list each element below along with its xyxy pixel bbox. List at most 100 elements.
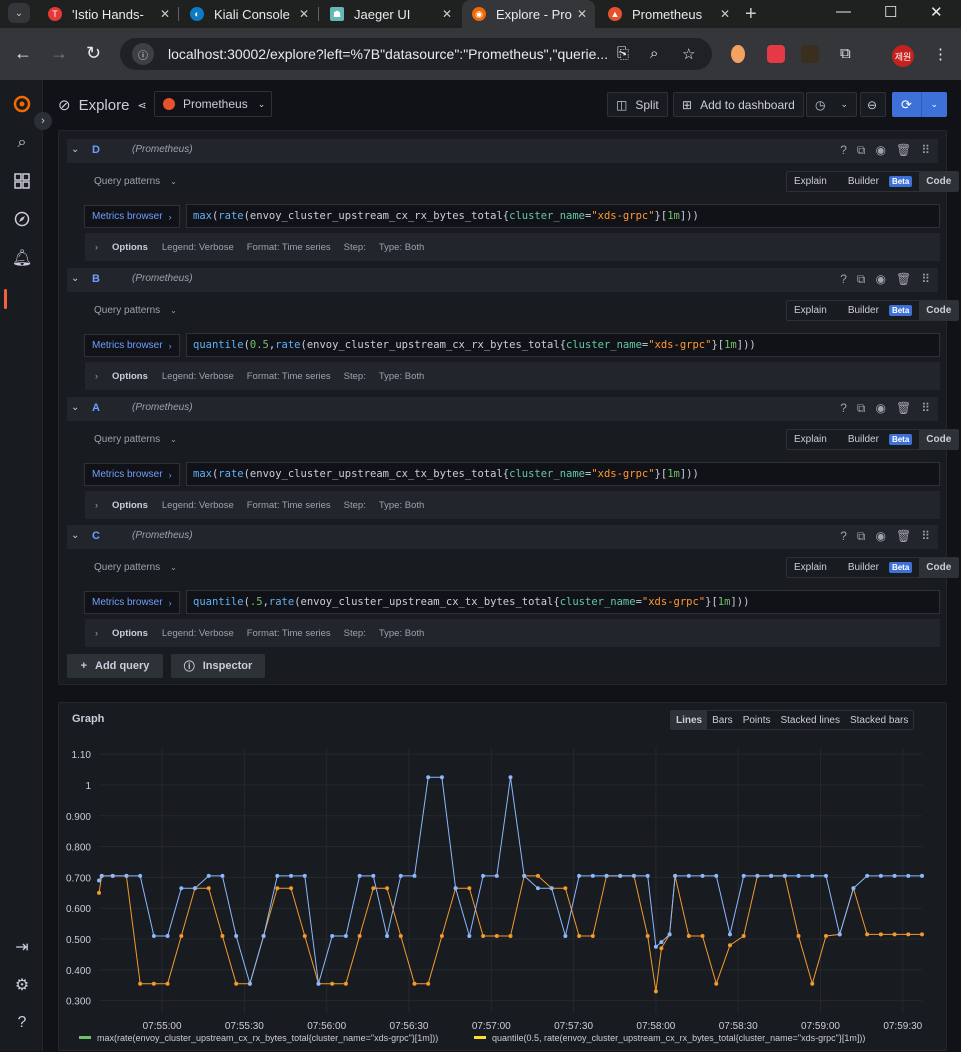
trash-icon[interactable]: 🗑︎ [896, 401, 911, 416]
query-header[interactable]: ⌄ D (Prometheus) ? ⧉ ◉ 🗑︎ ⠿ [67, 139, 938, 163]
explain-toggle[interactable]: Explain [787, 558, 834, 577]
duplicate-icon[interactable]: ⧉ [857, 529, 866, 544]
help-icon[interactable]: ? [840, 143, 847, 158]
bookmark-star-icon[interactable]: ☆ [682, 45, 695, 63]
trash-icon[interactable]: 🗑︎ [896, 272, 911, 287]
forward-icon[interactable]: → [50, 43, 68, 64]
site-info-icon[interactable]: ⓘ [132, 43, 154, 65]
query-input[interactable]: max(rate(envoy_cluster_upstream_cx_rx_by… [186, 204, 940, 228]
code-tab[interactable]: Code [919, 301, 959, 320]
query-options-row[interactable]: › Options Legend: Verbose Format: Time s… [85, 362, 940, 390]
metrics-browser-button[interactable]: Metrics browser › [84, 463, 180, 486]
query-options-row[interactable]: › Options Legend: Verbose Format: Time s… [85, 491, 940, 519]
close-icon[interactable]: ✕ [577, 7, 587, 21]
zoom-icon[interactable]: ⌕ [650, 45, 658, 62]
code-tab[interactable]: Code [919, 172, 959, 191]
trash-icon[interactable]: 🗑︎ [896, 529, 911, 544]
grafana-logo-icon[interactable] [12, 94, 32, 114]
help-icon[interactable]: ? [840, 529, 847, 544]
eye-icon[interactable]: ◉ [875, 143, 885, 158]
browser-tab-prometheus[interactable]: ▲ Prometheus ✕ [598, 0, 738, 28]
builder-tab[interactable]: Builder Beta [834, 301, 919, 320]
query-input[interactable]: quantile(.5, rate(envoy_cluster_upstream… [186, 590, 940, 614]
query-ref-id[interactable]: D [92, 144, 100, 156]
extension-dice-icon[interactable] [767, 45, 785, 63]
alerting-bell-icon[interactable]: 🔔︎ [12, 248, 32, 268]
time-picker-button[interactable]: ◷ ⌄ [806, 92, 857, 117]
query-header[interactable]: ⌄ A (Prometheus) ? ⧉ ◉ 🗑︎ ⠿ [67, 397, 938, 421]
sidebar-expand-icon[interactable]: › [34, 112, 52, 130]
share-icon[interactable]: ⋖ [137, 99, 146, 112]
window-close-icon[interactable]: ✕ [930, 3, 943, 21]
close-icon[interactable]: ✕ [720, 7, 730, 21]
explore-compass-icon[interactable] [12, 209, 32, 229]
extension-icon[interactable] [731, 45, 745, 63]
help-icon[interactable]: ? [840, 272, 847, 287]
explain-toggle[interactable]: Explain [787, 172, 834, 191]
eye-icon[interactable]: ◉ [875, 529, 885, 544]
builder-tab[interactable]: Builder Beta [834, 430, 919, 449]
query-header[interactable]: ⌄ B (Prometheus) ? ⧉ ◉ 🗑︎ ⠿ [67, 268, 938, 292]
settings-gear-icon[interactable]: ⚙ [12, 975, 32, 995]
chevron-down-icon[interactable]: ⌄ [930, 99, 938, 110]
search-icon[interactable]: ⌕ [12, 133, 32, 153]
new-tab-icon[interactable]: + [745, 3, 757, 26]
browser-tab-kiali[interactable]: ◐ Kiali Console ✕ [180, 0, 317, 28]
datasource-picker[interactable]: Prometheus ⌄ [154, 91, 272, 117]
query-patterns-dropdown[interactable]: Query patterns ⌄ [94, 305, 177, 316]
metrics-browser-button[interactable]: Metrics browser › [84, 334, 180, 357]
drag-handle-icon[interactable]: ⠿ [921, 529, 930, 544]
query-patterns-dropdown[interactable]: Query patterns ⌄ [94, 434, 177, 445]
close-icon[interactable]: ✕ [160, 7, 170, 21]
code-tab[interactable]: Code [919, 430, 959, 449]
browser-tab-istio[interactable]: T 'Istio Hands- ✕ [38, 0, 178, 28]
maximize-icon[interactable]: ☐ [884, 3, 897, 21]
browser-tab-explore[interactable]: ◉ Explore - Pro ✕ [462, 0, 595, 28]
trash-icon[interactable]: 🗑︎ [896, 143, 911, 158]
time-series-chart[interactable]: 1.10 1 0.900 0.800 0.700 0.600 0.500 0.400 0.300… [59, 703, 948, 1052]
help-icon[interactable]: ? [12, 1013, 32, 1033]
browser-tab-jaeger[interactable]: ☗ Jaeger UI ✕ [320, 0, 460, 28]
minimize-icon[interactable]: — [836, 3, 851, 20]
extension-icon[interactable] [801, 45, 819, 63]
run-query-button[interactable]: ⟳ ⌄ [892, 92, 947, 117]
collapse-chevron-icon[interactable]: ⌄ [71, 402, 79, 413]
duplicate-icon[interactable]: ⧉ [857, 401, 866, 416]
close-icon[interactable]: ✕ [442, 7, 452, 21]
drag-handle-icon[interactable]: ⠿ [921, 401, 930, 416]
help-icon[interactable]: ? [840, 401, 847, 416]
query-input[interactable]: max(rate(envoy_cluster_upstream_cx_tx_by… [186, 462, 940, 486]
eye-icon[interactable]: ◉ [875, 401, 885, 416]
query-patterns-dropdown[interactable]: Query patterns ⌄ [94, 562, 177, 573]
query-options-row[interactable]: › Options Legend: Verbose Format: Time s… [85, 233, 940, 261]
query-ref-id[interactable]: C [92, 530, 100, 542]
add-to-dashboard-button[interactable]: ⊞ Add to dashboard [673, 92, 804, 117]
zoom-out-button[interactable]: ⊖ [860, 92, 886, 117]
collapse-chevron-icon[interactable]: ⌄ [71, 144, 79, 155]
drag-handle-icon[interactable]: ⠿ [921, 143, 930, 158]
metrics-browser-button[interactable]: Metrics browser › [84, 205, 180, 228]
eye-icon[interactable]: ◉ [875, 272, 885, 287]
add-query-button[interactable]: + Add query [67, 654, 163, 678]
duplicate-icon[interactable]: ⧉ [857, 143, 866, 158]
query-ref-id[interactable]: B [92, 273, 100, 285]
inspector-button[interactable]: ⓘ Inspector [171, 654, 265, 678]
query-patterns-dropdown[interactable]: Query patterns ⌄ [94, 176, 177, 187]
reload-icon[interactable]: ↻ [86, 43, 101, 64]
translate-icon[interactable]: ⎘ [617, 45, 629, 62]
metrics-browser-button[interactable]: Metrics browser › [84, 591, 180, 614]
query-options-row[interactable]: › Options Legend: Verbose Format: Time s… [85, 619, 940, 647]
explain-toggle[interactable]: Explain [787, 430, 834, 449]
query-header[interactable]: ⌄ C (Prometheus) ? ⧉ ◉ 🗑︎ ⠿ [67, 525, 938, 549]
sign-in-icon[interactable]: ⇥ [12, 937, 32, 957]
browser-menu-icon[interactable]: ⋮ [933, 45, 948, 63]
explain-toggle[interactable]: Explain [787, 301, 834, 320]
builder-tab[interactable]: Builder Beta [834, 172, 919, 191]
dashboards-icon[interactable] [12, 171, 32, 191]
query-input[interactable]: quantile(0.5, rate(envoy_cluster_upstrea… [186, 333, 940, 357]
collapse-chevron-icon[interactable]: ⌄ [71, 273, 79, 284]
query-ref-id[interactable]: A [92, 402, 100, 414]
drag-handle-icon[interactable]: ⠿ [921, 272, 930, 287]
tab-search-button[interactable]: ⌄ [8, 3, 30, 23]
avatar[interactable]: 제원 [892, 45, 914, 67]
